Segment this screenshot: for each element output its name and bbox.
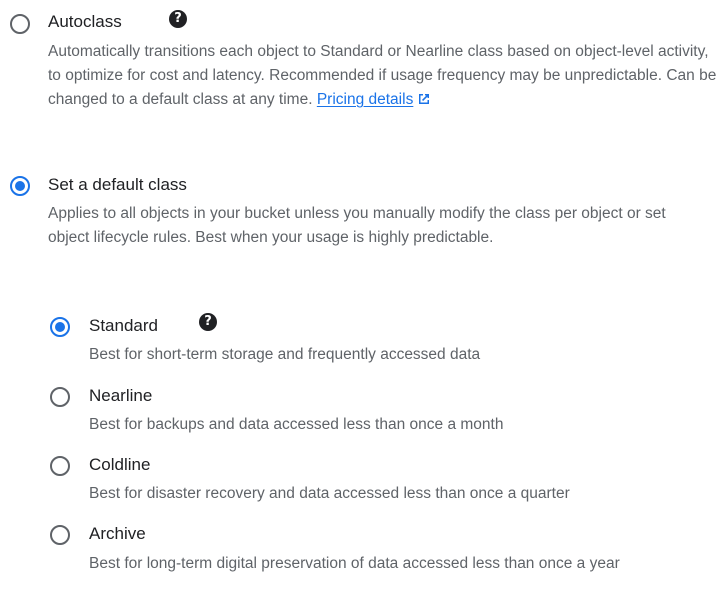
standard-question-icon[interactable]: ? (199, 313, 217, 331)
archive-description: Best for long-term digital preservation … (89, 555, 620, 572)
default-class-radio[interactable] (10, 176, 30, 196)
coldline-description: Best for disaster recovery and data acce… (89, 485, 570, 502)
archive-radio[interactable] (50, 525, 70, 545)
nearline-description: Best for backups and data accessed less … (89, 416, 504, 433)
coldline-label[interactable]: Coldline (89, 455, 150, 475)
autoclass-question-icon[interactable]: ? (169, 10, 187, 28)
pricing-details-link[interactable]: Pricing details (317, 91, 414, 108)
standard-label[interactable]: Standard (89, 316, 158, 336)
standard-radio[interactable] (50, 317, 70, 337)
autoclass-option[interactable]: Autoclass ? Automatically transitions ea… (0, 0, 723, 150)
archive-label[interactable]: Archive (89, 524, 146, 544)
class-option-coldline[interactable]: Coldline Best for disaster recovery and … (0, 450, 723, 510)
coldline-radio[interactable] (50, 456, 70, 476)
nearline-label[interactable]: Nearline (89, 386, 152, 406)
autoclass-label[interactable]: Autoclass (48, 12, 122, 32)
default-class-label[interactable]: Set a default class (48, 175, 187, 195)
default-class-option[interactable]: Set a default class Applies to all objec… (0, 170, 723, 290)
class-option-nearline[interactable]: Nearline Best for backups and data acces… (0, 380, 723, 440)
standard-description: Best for short-term storage and frequent… (89, 346, 481, 363)
default-class-description: Applies to all objects in your bucket un… (48, 205, 666, 246)
autoclass-description: Automatically transitions each object to… (48, 40, 720, 112)
class-option-archive[interactable]: Archive Best for long-term digital prese… (0, 520, 723, 600)
class-option-standard[interactable]: Standard ? Best for short-term storage a… (0, 310, 723, 370)
external-link-icon[interactable] (417, 92, 431, 106)
nearline-radio[interactable] (50, 387, 70, 407)
autoclass-radio[interactable] (10, 14, 30, 34)
